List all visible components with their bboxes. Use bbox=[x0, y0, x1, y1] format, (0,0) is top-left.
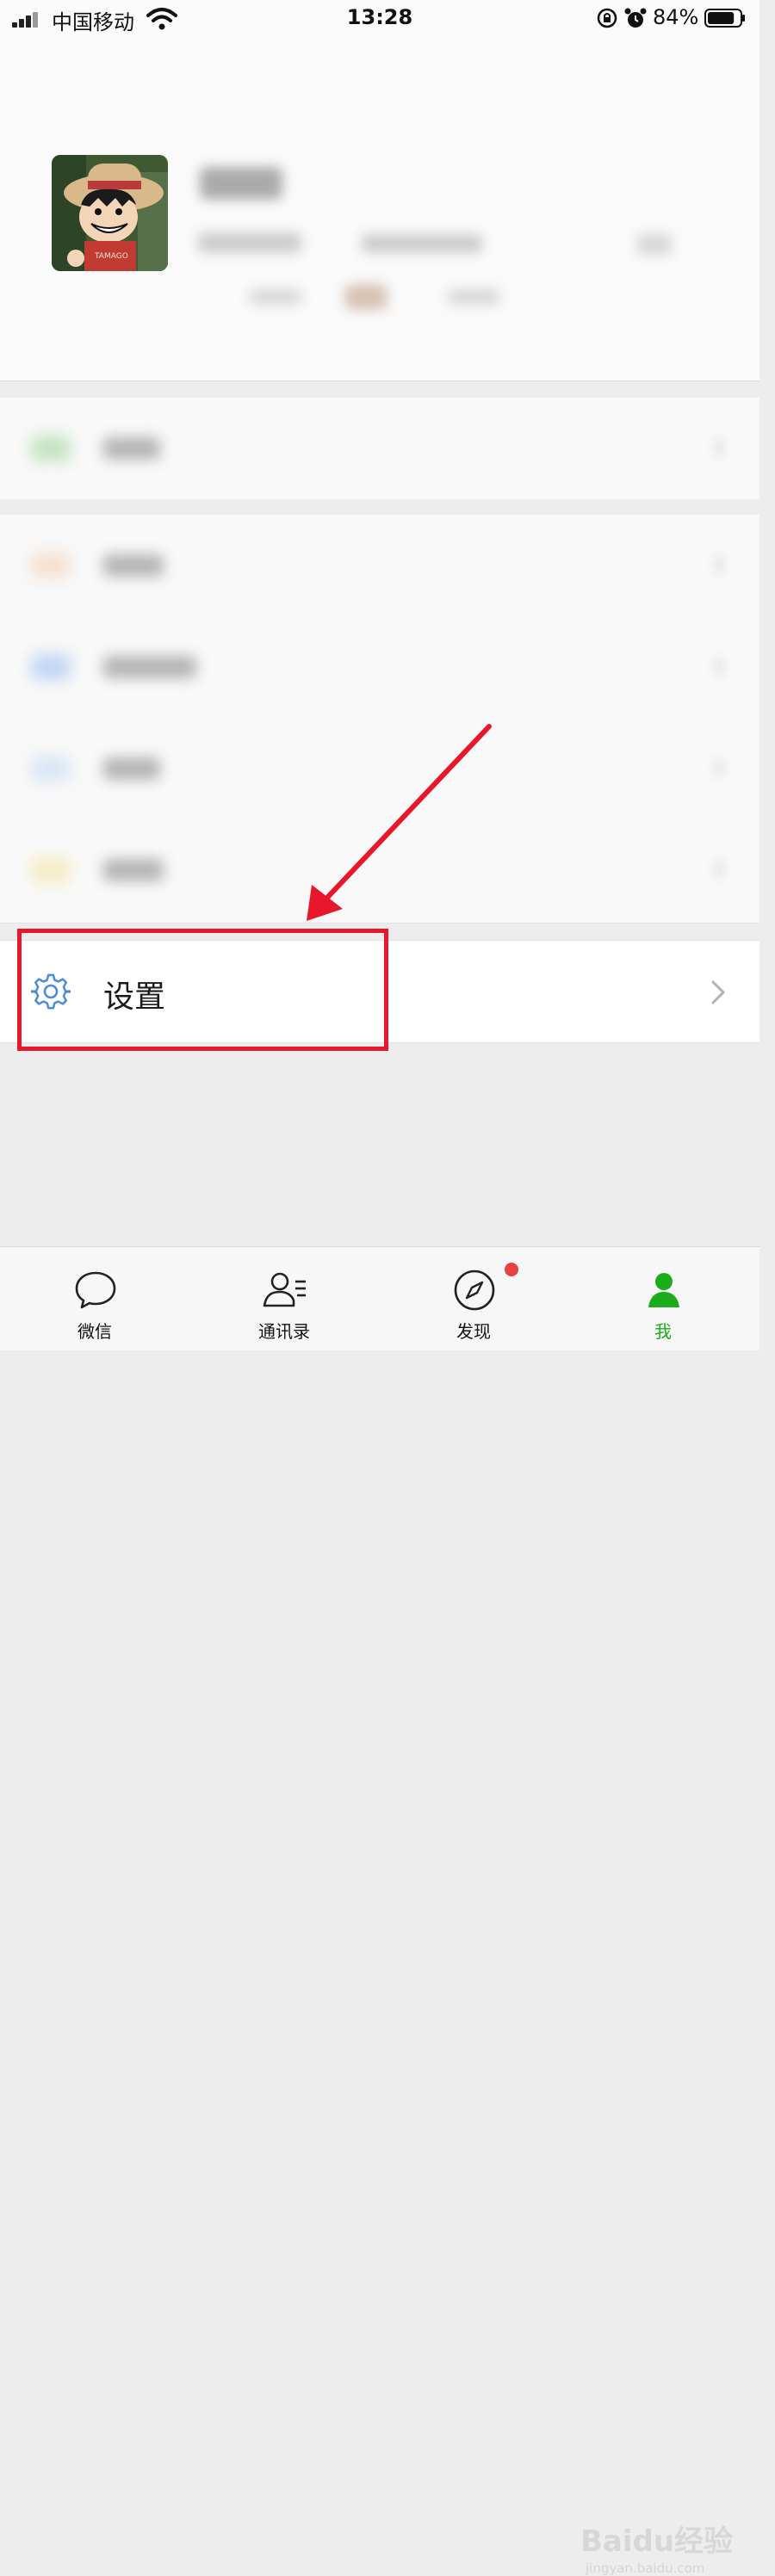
chevron-right-icon bbox=[715, 861, 723, 878]
watermark: Baidu经验 bbox=[580, 2524, 734, 2559]
me-icon bbox=[648, 1273, 679, 1307]
blurred-menu-icon bbox=[31, 436, 71, 461]
blurred-menu-label bbox=[103, 554, 164, 577]
tab-me[interactable]: 我 bbox=[568, 1247, 758, 1350]
battery-icon bbox=[704, 9, 745, 28]
wechat-id-blurred bbox=[198, 232, 301, 253]
blurred-menu-icon bbox=[31, 857, 71, 883]
friend-avatars-blurred bbox=[344, 284, 388, 310]
list-item[interactable] bbox=[0, 398, 760, 499]
avatar-image: TAMAGO bbox=[52, 155, 168, 271]
tab-label: 发现 bbox=[456, 1321, 491, 1342]
alarm-icon bbox=[624, 8, 647, 28]
qr-code-icon[interactable] bbox=[637, 234, 672, 255]
chat-bubble-icon bbox=[75, 1271, 116, 1309]
compass-icon bbox=[454, 1269, 495, 1311]
watermark-url: jingyan.baidu.com bbox=[586, 2561, 705, 2576]
contacts-icon bbox=[263, 1272, 306, 1307]
blurred-menu-icon bbox=[31, 654, 71, 680]
notification-badge-dot bbox=[505, 1263, 518, 1276]
chevron-right-icon bbox=[715, 759, 723, 776]
blurred-menu-label bbox=[103, 859, 164, 881]
list-item[interactable] bbox=[0, 515, 760, 616]
svg-text:TAMAGO: TAMAGO bbox=[94, 252, 128, 261]
blurred-menu-icon bbox=[31, 553, 71, 578]
nickname-blurred bbox=[200, 167, 282, 200]
tab-chats[interactable]: 微信 bbox=[0, 1247, 189, 1350]
tab-label: 微信 bbox=[78, 1321, 112, 1342]
annotation-highlight-box bbox=[17, 929, 388, 1051]
status-blurred bbox=[250, 289, 301, 305]
tab-bar: 微信 通讯录 发现 我 Baidu经验 jingyan.baidu.com bbox=[0, 1246, 760, 2576]
status-extra-blurred bbox=[448, 289, 499, 305]
blurred-menu-label bbox=[103, 656, 196, 678]
menu-group-1 bbox=[0, 398, 760, 499]
list-item[interactable] bbox=[0, 616, 760, 718]
blurred-menu-icon bbox=[31, 756, 71, 781]
tab-discover[interactable]: 发现 bbox=[379, 1247, 568, 1350]
blurred-menu-label bbox=[103, 757, 160, 780]
tab-label: 我 bbox=[654, 1321, 672, 1342]
qr-hint-blurred bbox=[362, 234, 482, 253]
tab-label: 通讯录 bbox=[258, 1321, 310, 1342]
chevron-right-icon bbox=[715, 658, 723, 675]
avatar[interactable]: TAMAGO bbox=[52, 155, 168, 271]
blurred-menu-label bbox=[103, 437, 160, 460]
chevron-right-icon bbox=[715, 556, 723, 573]
battery-percentage: 84% bbox=[653, 5, 699, 29]
annotation-arrow bbox=[307, 724, 492, 921]
status-bar: 中国移动 13:28 84% bbox=[0, 0, 760, 38]
chevron-right-icon bbox=[711, 980, 726, 1004]
tab-contacts[interactable]: 通讯录 bbox=[189, 1247, 379, 1350]
profile-header[interactable]: TAMAGO bbox=[0, 38, 760, 381]
chevron-right-icon bbox=[715, 439, 723, 456]
orientation-lock-icon bbox=[597, 8, 617, 28]
